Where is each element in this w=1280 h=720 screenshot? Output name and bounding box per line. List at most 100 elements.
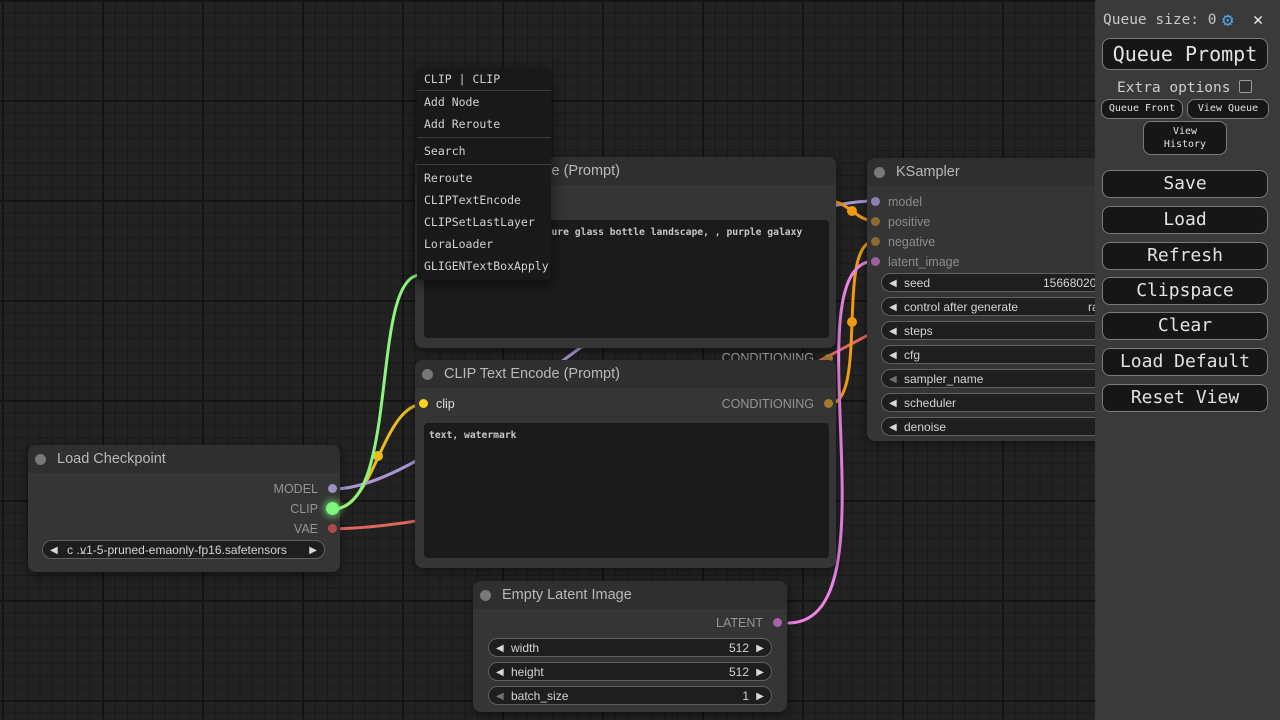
input-slot-model[interactable] bbox=[871, 197, 880, 206]
node-title-bar[interactable]: Load Checkpoint bbox=[28, 445, 340, 473]
increment-arrow-icon[interactable]: ▶ bbox=[756, 640, 764, 657]
output-slot-clip-active[interactable] bbox=[326, 502, 339, 515]
widget-height[interactable]: ◀ height 512 ▶ bbox=[488, 662, 772, 681]
decrement-arrow-icon[interactable]: ◀ bbox=[889, 371, 897, 388]
widget-sampler-name[interactable]: ◀ sampler_name bbox=[881, 369, 1117, 388]
menu-item-gligentextboxapply[interactable]: GLIGENTextBoxApply bbox=[417, 255, 551, 277]
save-button[interactable]: Save bbox=[1102, 170, 1268, 198]
widget-value: v1-5-pruned-emaonly-fp16.safetensors bbox=[43, 542, 324, 559]
input-slot-negative[interactable] bbox=[871, 237, 880, 246]
clipspace-button[interactable]: Clipspace bbox=[1102, 277, 1268, 305]
input-label-positive: positive bbox=[888, 215, 930, 229]
decrement-arrow-icon[interactable]: ◀ bbox=[889, 299, 897, 316]
queue-size-label: Queue size: 0 bbox=[1103, 12, 1217, 28]
decrement-arrow-icon[interactable]: ◀ bbox=[889, 419, 897, 436]
next-option-arrow-icon[interactable]: ▶ bbox=[309, 542, 317, 559]
close-icon[interactable]: ✕ bbox=[1253, 10, 1263, 30]
decrement-arrow-icon[interactable]: ◀ bbox=[496, 640, 504, 657]
increment-arrow-icon[interactable]: ▶ bbox=[756, 664, 764, 681]
menu-item-reroute[interactable]: Reroute bbox=[417, 167, 551, 189]
widget-label: sampler_name bbox=[904, 371, 983, 388]
widget-label: steps bbox=[904, 323, 933, 340]
widget-steps[interactable]: ◀ steps bbox=[881, 321, 1117, 340]
widget-cfg[interactable]: ◀ cfg bbox=[881, 345, 1117, 364]
node-title: Empty Latent Image bbox=[502, 581, 632, 609]
widget-value: 512 bbox=[729, 640, 749, 657]
load-button[interactable]: Load bbox=[1102, 206, 1268, 234]
clear-button[interactable]: Clear bbox=[1102, 312, 1268, 340]
input-slot-latent-image[interactable] bbox=[871, 257, 880, 266]
node-title-bar[interactable]: Empty Latent Image bbox=[473, 581, 787, 609]
node-title: KSampler bbox=[896, 158, 960, 186]
output-label-clip: CLIP bbox=[290, 502, 318, 516]
widget-ckpt-name[interactable]: ◀ c ... v1-5-pruned-emaonly-fp16.safeten… bbox=[42, 540, 325, 559]
view-history-button[interactable]: View History bbox=[1143, 121, 1227, 155]
extra-options-label: Extra options bbox=[1117, 80, 1231, 96]
output-slot-latent[interactable] bbox=[773, 618, 782, 627]
collapse-dot-icon[interactable] bbox=[422, 369, 433, 380]
decrement-arrow-icon[interactable]: ◀ bbox=[889, 323, 897, 340]
decrement-arrow-icon[interactable]: ◀ bbox=[496, 688, 504, 705]
view-queue-button[interactable]: View Queue bbox=[1187, 99, 1269, 119]
decrement-arrow-icon[interactable]: ◀ bbox=[889, 275, 897, 292]
extra-options-checkbox[interactable] bbox=[1239, 80, 1252, 93]
refresh-button[interactable]: Refresh bbox=[1102, 242, 1268, 270]
widget-seed[interactable]: ◀ seed 1566802087 ▶ bbox=[881, 273, 1117, 292]
collapse-dot-icon[interactable] bbox=[35, 454, 46, 465]
context-menu: CLIP | CLIP Add Node Add Reroute Search … bbox=[417, 68, 551, 280]
widget-value: 1 bbox=[742, 688, 749, 705]
widget-label: height bbox=[511, 664, 544, 681]
widget-denoise[interactable]: ◀ denoise bbox=[881, 417, 1117, 436]
input-slot-positive[interactable] bbox=[871, 217, 880, 226]
collapse-dot-icon[interactable] bbox=[874, 167, 885, 178]
widget-label: scheduler bbox=[904, 395, 956, 412]
menu-item-clipsetlastlayer[interactable]: CLIPSetLastLayer bbox=[417, 211, 551, 233]
menu-separator bbox=[417, 164, 551, 165]
load-default-button[interactable]: Load Default bbox=[1102, 348, 1268, 376]
input-label-negative: negative bbox=[888, 235, 935, 249]
queue-prompt-button[interactable]: Queue Prompt bbox=[1102, 38, 1268, 70]
menu-item-cliptextencode[interactable]: CLIPTextEncode bbox=[417, 189, 551, 211]
output-slot-model[interactable] bbox=[328, 484, 337, 493]
input-label-model: model bbox=[888, 195, 922, 209]
menu-separator bbox=[417, 137, 551, 138]
widget-label: cfg bbox=[904, 347, 920, 364]
widget-scheduler[interactable]: ◀ scheduler bbox=[881, 393, 1117, 412]
widget-width[interactable]: ◀ width 512 ▶ bbox=[488, 638, 772, 657]
decrement-arrow-icon[interactable]: ◀ bbox=[496, 664, 504, 681]
node-clip-text-encode-bottom: CLIP Text Encode (Prompt) clip CONDITION… bbox=[415, 360, 836, 568]
node-title: Load Checkpoint bbox=[57, 445, 166, 473]
widget-control-after-generate[interactable]: ◀ control after generate randomize bbox=[881, 297, 1117, 316]
output-slot-conditioning[interactable] bbox=[824, 399, 833, 408]
output-label-vae: VAE bbox=[294, 522, 318, 536]
node-title: CLIP Text Encode (Prompt) bbox=[444, 360, 620, 388]
context-menu-title: CLIP | CLIP bbox=[417, 68, 551, 91]
input-label-latent-image: latent_image bbox=[888, 255, 960, 269]
input-slot-clip[interactable] bbox=[419, 399, 428, 408]
menu-item-loraloader[interactable]: LoraLoader bbox=[417, 233, 551, 255]
widget-value: 512 bbox=[729, 664, 749, 681]
comfy-menu-panel: Queue size: 0 ⚙ ✕ Queue Prompt Extra opt… bbox=[1095, 0, 1280, 720]
output-label-latent: LATENT bbox=[716, 616, 763, 630]
decrement-arrow-icon[interactable]: ◀ bbox=[889, 347, 897, 364]
widget-batch-size[interactable]: ◀ batch_size 1 ▶ bbox=[488, 686, 772, 705]
increment-arrow-icon[interactable]: ▶ bbox=[756, 688, 764, 705]
output-slot-vae[interactable] bbox=[328, 524, 337, 533]
widget-label: denoise bbox=[904, 419, 946, 436]
prompt-textarea[interactable]: text, watermark bbox=[424, 423, 829, 558]
widget-label: control after generate bbox=[904, 299, 1018, 316]
queue-front-button[interactable]: Queue Front bbox=[1101, 99, 1183, 119]
widget-label: seed bbox=[904, 275, 930, 292]
decrement-arrow-icon[interactable]: ◀ bbox=[889, 395, 897, 412]
settings-gear-icon[interactable]: ⚙ bbox=[1222, 9, 1233, 31]
collapse-dot-icon[interactable] bbox=[480, 590, 491, 601]
node-title-bar[interactable]: CLIP Text Encode (Prompt) bbox=[415, 360, 836, 388]
output-label-model: MODEL bbox=[274, 482, 318, 496]
menu-item-add-node[interactable]: Add Node bbox=[417, 91, 551, 113]
menu-item-search[interactable]: Search bbox=[417, 140, 551, 162]
reset-view-button[interactable]: Reset View bbox=[1102, 384, 1268, 412]
node-load-checkpoint: Load Checkpoint MODEL CLIP VAE ◀ c ... v… bbox=[28, 445, 340, 572]
widget-label: width bbox=[511, 640, 539, 657]
menu-item-add-reroute[interactable]: Add Reroute bbox=[417, 113, 551, 135]
output-label-conditioning: CONDITIONING bbox=[722, 397, 814, 411]
